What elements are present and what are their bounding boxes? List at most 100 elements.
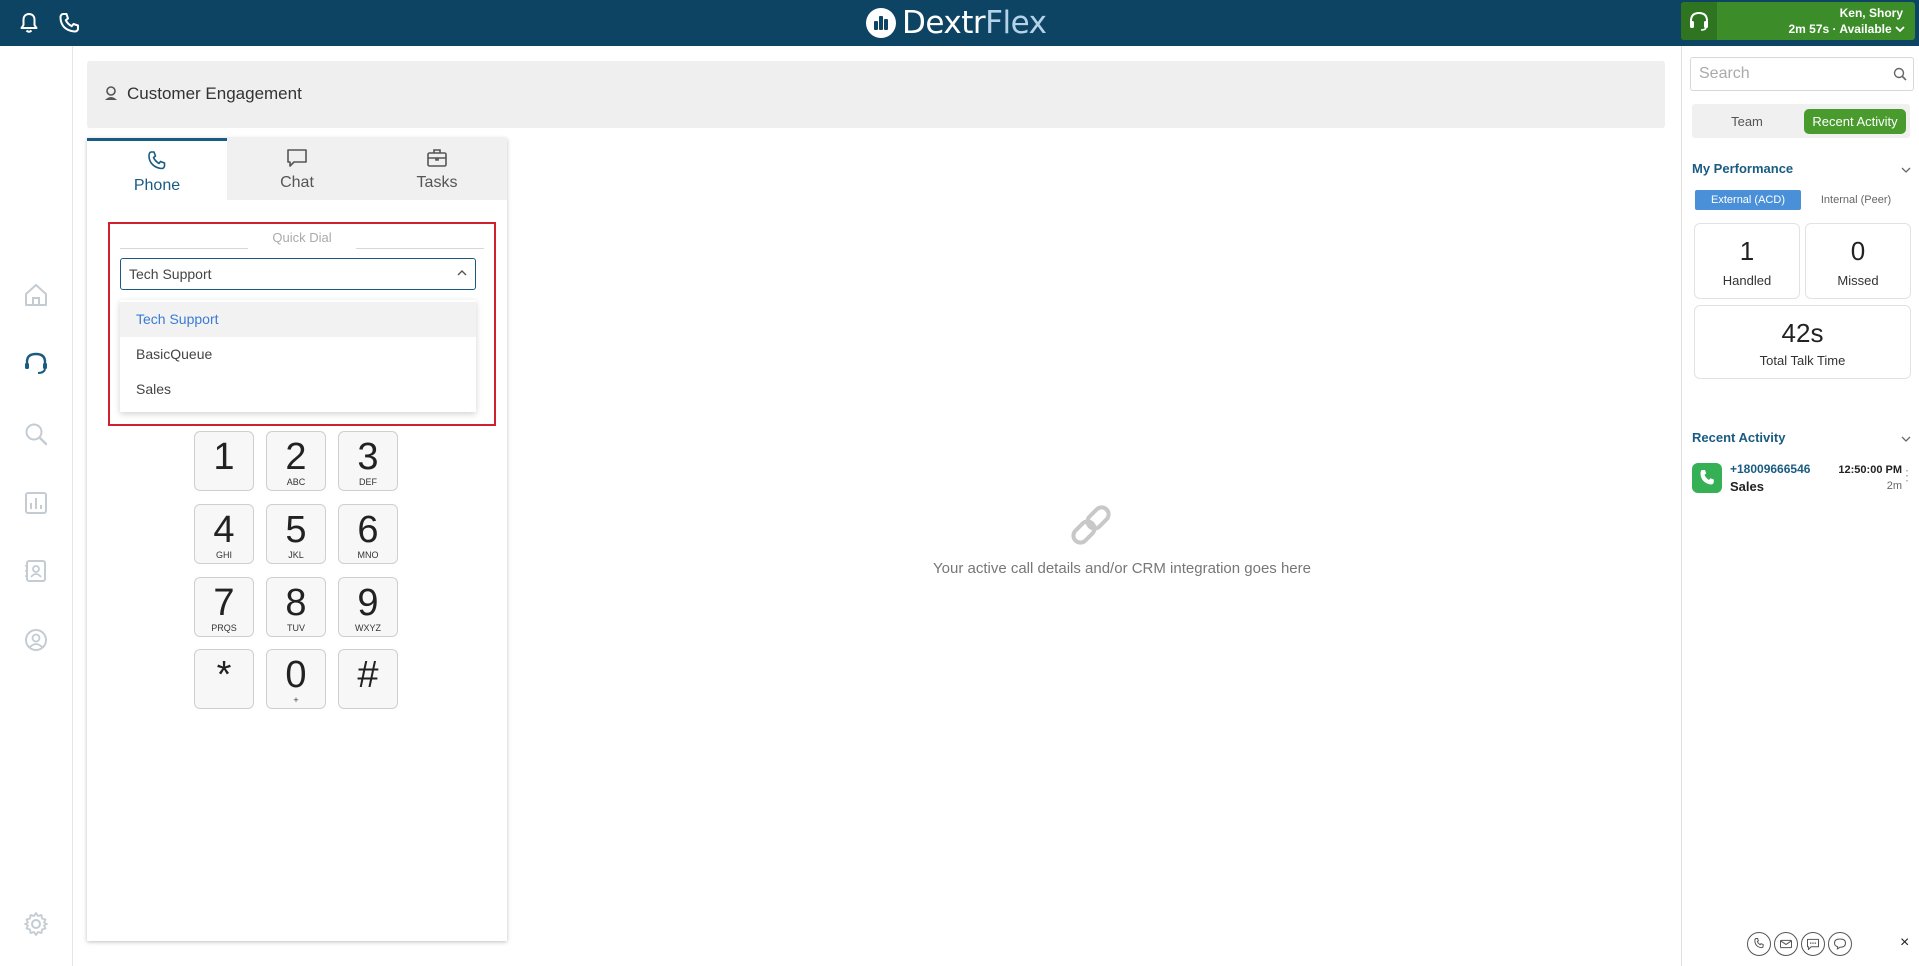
chevron-up-icon[interactable]	[457, 269, 467, 277]
more-options-icon[interactable]: ⋮	[1900, 468, 1914, 482]
settings-gear-icon[interactable]	[22, 910, 50, 938]
key-8[interactable]: 8 TUV	[266, 577, 326, 637]
chat-channel-icon[interactable]	[1828, 932, 1852, 956]
engagement-tabs: Phone Chat Tasks	[87, 138, 507, 200]
quick-dial-dropdown-menu: Tech Support BasicQueue Sales	[120, 300, 476, 412]
talk-time-label: Total Talk Time	[1759, 353, 1846, 368]
profile-icon[interactable]	[22, 626, 50, 654]
external-acd-toggle[interactable]: External (ACD)	[1695, 190, 1801, 210]
key-digit: 3	[357, 436, 379, 478]
quick-dial-select[interactable]: Tech Support	[120, 258, 476, 290]
missed-count: 0	[1850, 236, 1866, 266]
tab-tasks[interactable]: Tasks	[367, 138, 507, 200]
sms-channel-icon[interactable]	[1801, 932, 1825, 956]
chat-bubble-icon	[287, 149, 307, 167]
tab-tasks-label: Tasks	[416, 174, 458, 191]
my-performance-title[interactable]: My Performance	[1692, 161, 1793, 176]
agent-status-button[interactable]: Ken, Shory 2m 57s · Available	[1681, 2, 1915, 40]
crm-placeholder-text: Your active call details and/or CRM inte…	[933, 560, 1311, 577]
key-7[interactable]: 7 PRQS	[194, 577, 254, 637]
key-5[interactable]: 5 JKL	[266, 504, 326, 564]
activity-phone-number: +18009666546	[1730, 462, 1811, 476]
headset-nav-icon[interactable]	[22, 349, 50, 377]
key-digit: 5	[285, 509, 307, 551]
key-letters: PRQS	[211, 623, 237, 633]
key-digit: 9	[357, 582, 379, 624]
internal-peer-toggle[interactable]: Internal (Peer)	[1803, 190, 1909, 210]
dropdown-option-tech-support[interactable]: Tech Support	[120, 302, 476, 337]
phone-icon[interactable]	[56, 10, 82, 36]
call-channel-icon[interactable]	[1747, 932, 1771, 956]
reports-icon[interactable]	[22, 489, 50, 517]
key-6[interactable]: 6 MNO	[338, 504, 398, 564]
sidebar-search	[1690, 57, 1914, 91]
key-4[interactable]: 4 GHI	[194, 504, 254, 564]
search-nav-icon[interactable]	[22, 420, 50, 448]
app-logo: DextrFlex	[866, 5, 1047, 41]
chevron-down-icon[interactable]	[1901, 435, 1911, 443]
left-nav	[0, 46, 73, 966]
close-icon[interactable]: ×	[1900, 934, 1909, 952]
logo-text-part1: Dextr	[902, 5, 986, 41]
talk-time-value: 42s	[1781, 318, 1824, 348]
recent-activity-tab[interactable]: Recent Activity	[1804, 109, 1906, 134]
key-hash[interactable]: #	[338, 649, 398, 709]
briefcase-icon	[427, 149, 447, 167]
right-sidebar: Team Recent Activity My Performance Exte…	[1681, 46, 1919, 966]
key-0[interactable]: 0 +	[266, 649, 326, 709]
tab-chat-label: Chat	[280, 174, 314, 191]
tab-phone-label: Phone	[133, 177, 181, 194]
quick-dial-divider-right	[356, 248, 484, 249]
key-digit: #	[357, 654, 379, 696]
key-9[interactable]: 9 WXYZ	[338, 577, 398, 637]
agent-person-icon	[105, 86, 117, 100]
key-letters: JKL	[288, 550, 304, 560]
handled-stat-card: 1 Handled	[1694, 223, 1800, 299]
page-header: Customer Engagement	[87, 61, 1665, 128]
missed-stat-card: 0 Missed	[1805, 223, 1911, 299]
key-digit: 1	[213, 436, 235, 478]
page-title: Customer Engagement	[127, 84, 302, 103]
email-channel-icon[interactable]	[1774, 932, 1798, 956]
logo-text: DextrFlex	[902, 5, 1047, 41]
home-icon[interactable]	[22, 281, 50, 309]
key-letters: +	[293, 695, 299, 705]
key-digit: 2	[285, 436, 307, 478]
dropdown-option-basicqueue[interactable]: BasicQueue	[120, 337, 476, 372]
tab-chat[interactable]: Chat	[227, 138, 367, 200]
chevron-down-icon[interactable]	[1901, 166, 1911, 174]
bell-icon[interactable]	[16, 10, 42, 36]
search-icon[interactable]	[1893, 67, 1907, 81]
agent-availability-text: 2m 57s · Available	[1788, 22, 1892, 36]
performance-scope-toggle: External (ACD) Internal (Peer)	[1695, 190, 1911, 210]
channel-icons	[1747, 932, 1867, 956]
activity-item[interactable]: +18009666546 Sales 12:50:00 PM 2m ⋮	[1692, 458, 1916, 504]
key-2[interactable]: 2 ABC	[266, 431, 326, 491]
quick-dial-section: Quick Dial Tech Support Tech Support Bas…	[108, 222, 496, 426]
quick-dial-selected-value: Tech Support	[129, 266, 212, 282]
team-tab[interactable]: Team	[1702, 110, 1792, 134]
top-bar: DextrFlex Ken, Shory 2m 57s · Available	[0, 0, 1919, 46]
activity-time: 12:50:00 PM	[1838, 464, 1902, 476]
key-3[interactable]: 3 DEF	[338, 431, 398, 491]
tab-phone[interactable]: Phone	[87, 138, 227, 200]
main-content: Customer Engagement Phone Chat Tasks Qui…	[74, 46, 1681, 966]
missed-label: Missed	[1837, 273, 1879, 288]
call-activity-icon	[1692, 463, 1722, 493]
headset-icon	[1690, 11, 1708, 31]
activity-queue: Sales	[1730, 479, 1764, 494]
talk-time-stat-card: 42s Total Talk Time	[1694, 305, 1911, 379]
key-1[interactable]: 1	[194, 431, 254, 491]
quick-dial-divider-left	[120, 248, 248, 249]
key-digit: 6	[357, 509, 379, 551]
key-letters: WXYZ	[355, 623, 381, 633]
search-input[interactable]	[1692, 59, 1886, 89]
contacts-icon[interactable]	[22, 557, 50, 585]
recent-activity-title[interactable]: Recent Activity	[1692, 430, 1785, 445]
key-digit: 7	[213, 582, 235, 624]
quick-dial-label: Quick Dial	[272, 230, 332, 245]
dropdown-option-sales[interactable]: Sales	[120, 372, 476, 407]
phone-icon	[148, 151, 166, 170]
agent-name: Ken, Shory	[1839, 6, 1903, 20]
key-star[interactable]: *	[194, 649, 254, 709]
